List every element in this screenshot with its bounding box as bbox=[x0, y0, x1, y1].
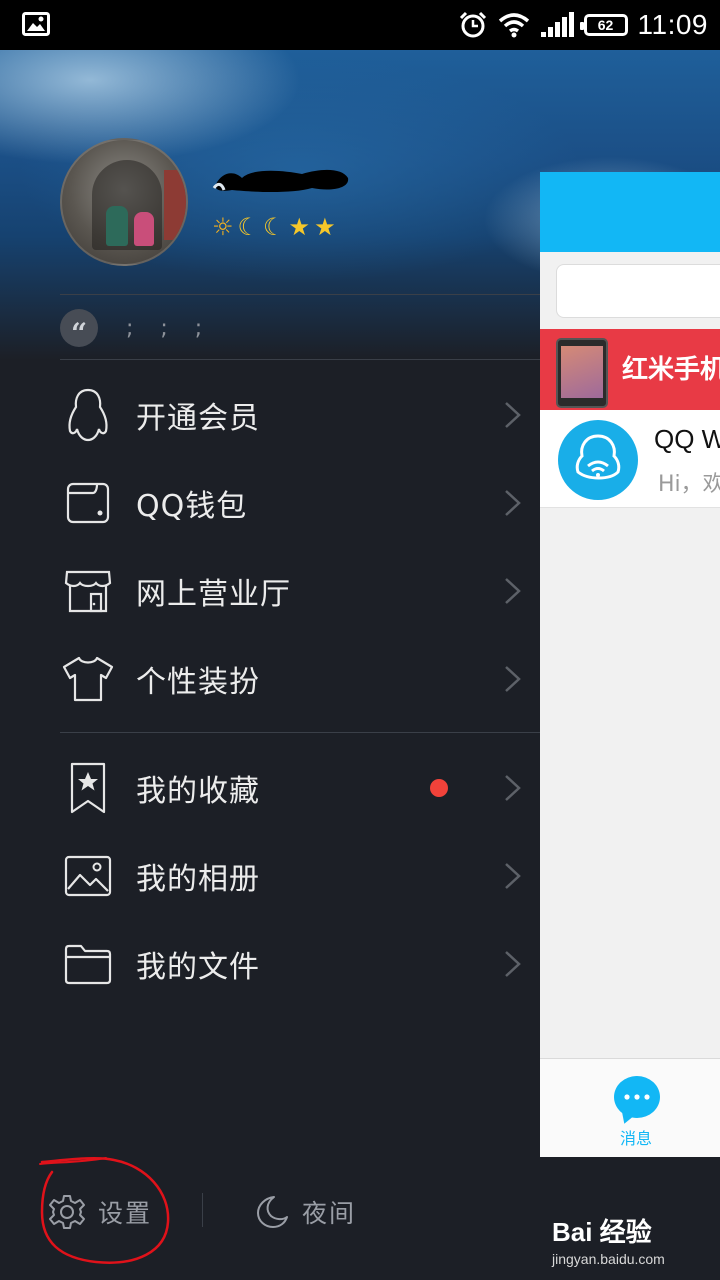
search-input[interactable] bbox=[556, 264, 720, 318]
settings-label: 设置 bbox=[98, 1199, 153, 1228]
divider bbox=[202, 1193, 203, 1227]
clock: 11:09 bbox=[637, 9, 708, 40]
chat-preview: Hi，欢 bbox=[658, 472, 720, 497]
night-label: 夜间 bbox=[302, 1199, 357, 1228]
divider bbox=[60, 294, 540, 295]
tshirt-icon bbox=[60, 651, 116, 707]
moon-icon: ☾ bbox=[237, 213, 260, 241]
chevron-right-icon bbox=[505, 490, 521, 516]
sun-icon: ☼ bbox=[212, 213, 234, 241]
new-badge-dot bbox=[430, 779, 448, 797]
banner-text: 红米手机 bbox=[622, 355, 720, 385]
wifi-icon bbox=[498, 13, 529, 38]
folder-icon bbox=[60, 936, 116, 992]
signature-text: ; ; ; bbox=[126, 315, 213, 341]
menu-item-files[interactable]: 我的文件 bbox=[60, 920, 530, 1008]
qq-wifi-avatar-icon bbox=[558, 420, 638, 500]
chevron-right-icon bbox=[505, 775, 521, 801]
menu-label: 网上营业厅 bbox=[136, 577, 291, 612]
divider bbox=[60, 359, 540, 360]
menu-label: 我的文件 bbox=[136, 950, 260, 985]
chevron-right-icon bbox=[505, 578, 521, 604]
wallet-icon bbox=[60, 475, 116, 531]
picture-icon bbox=[60, 848, 116, 904]
penguin-icon bbox=[60, 387, 116, 443]
battery-icon: 62 bbox=[579, 14, 628, 36]
menu-item-wallet[interactable]: QQ钱包 bbox=[60, 459, 530, 547]
alarm-icon bbox=[459, 11, 486, 38]
tab-messages[interactable]: 消息 bbox=[620, 1125, 652, 1149]
baidu-jingyan-watermark: Bai 经验 jingyan.baidu.com bbox=[552, 1212, 712, 1270]
divider bbox=[60, 732, 540, 733]
signal-icon bbox=[540, 12, 574, 37]
store-icon bbox=[60, 563, 116, 619]
night-mode-button[interactable]: 夜间 bbox=[254, 1189, 356, 1235]
status-icons: 62 11:09 bbox=[458, 8, 709, 42]
phone-image bbox=[556, 338, 608, 408]
chat-name: QQ W bbox=[654, 424, 720, 454]
menu-item-personalize[interactable]: 个性装扮 bbox=[60, 635, 530, 723]
menu-label: 开通会员 bbox=[136, 401, 260, 436]
chevron-right-icon bbox=[505, 666, 521, 692]
star-icon: ★ bbox=[288, 213, 311, 241]
menu-item-favorites[interactable]: 我的收藏 bbox=[60, 744, 530, 832]
star-icon: ★ bbox=[314, 213, 336, 241]
chat-list-item[interactable]: QQ W Hi，欢 bbox=[540, 410, 720, 508]
bookmark-star-icon bbox=[60, 760, 116, 816]
chevron-right-icon bbox=[505, 402, 521, 428]
menu-item-vip[interactable]: 开通会员 bbox=[60, 371, 530, 459]
menu-label: QQ钱包 bbox=[136, 489, 248, 524]
message-bubble-icon[interactable] bbox=[614, 1076, 660, 1118]
quote-icon: “ bbox=[60, 309, 98, 348]
chevron-right-icon bbox=[505, 951, 521, 977]
menu-item-album[interactable]: 我的相册 bbox=[60, 832, 530, 920]
watermark-brand: Bai 经验 bbox=[552, 1217, 652, 1247]
gear-icon bbox=[49, 1195, 85, 1229]
watermark-url: jingyan.baidu.com bbox=[552, 1251, 665, 1267]
main-title-bar bbox=[540, 172, 720, 252]
settings-button[interactable]: 设置 bbox=[48, 1189, 152, 1235]
moon-icon: ☾ bbox=[263, 213, 285, 241]
main-screen-preview[interactable]: 红米手机 QQ W Hi，欢 消息 bbox=[540, 172, 720, 1157]
menu-label: 我的收藏 bbox=[136, 774, 260, 809]
ad-banner[interactable]: 红米手机 bbox=[540, 329, 720, 410]
nickname-redacted[interactable] bbox=[212, 164, 352, 194]
status-bar: 62 11:09 bbox=[0, 0, 720, 50]
moon-icon bbox=[257, 1196, 288, 1228]
battery-level: 62 bbox=[597, 17, 614, 33]
chevron-right-icon bbox=[505, 863, 521, 889]
qq-level-badges[interactable]: ☼ ☾ ☾ ★ ★ bbox=[212, 212, 336, 242]
image-icon bbox=[22, 12, 50, 36]
avatar[interactable] bbox=[60, 138, 188, 266]
menu-label: 个性装扮 bbox=[136, 665, 260, 700]
signature-row[interactable]: “ ; ; ; bbox=[60, 308, 212, 348]
tab-bar: 消息 bbox=[540, 1058, 720, 1157]
menu-item-online-store[interactable]: 网上营业厅 bbox=[60, 547, 530, 635]
menu-label: 我的相册 bbox=[136, 862, 260, 897]
